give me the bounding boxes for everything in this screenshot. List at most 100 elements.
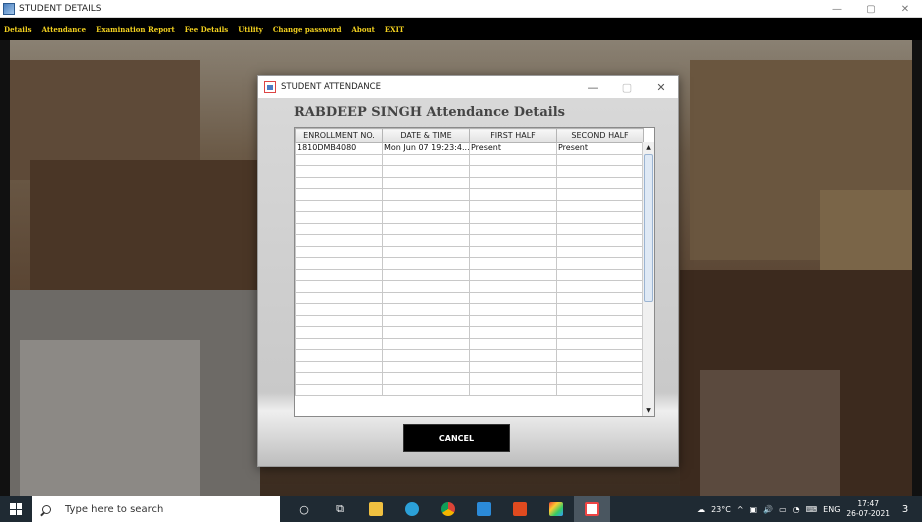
table-cell [469,291,557,304]
dialog-close-button[interactable]: ✕ [644,76,678,98]
keyboard-icon[interactable]: ⌨ [806,505,818,514]
start-button[interactable] [0,496,32,522]
dialog-maximize-button[interactable]: ▢ [610,76,644,98]
table-cell [469,383,557,396]
menu-attendance[interactable]: Attendance [42,25,87,34]
table-cell [382,211,470,224]
dialog-minimize-button[interactable]: — [576,76,610,98]
table-row[interactable] [295,234,644,247]
table-cell [556,303,644,316]
column-header[interactable]: DATE & TIME [382,128,470,143]
taskbar: Type here to search ○ ⧉ ☁ 23°C ^ ▣ 🔊 ▭ ◔… [0,496,922,522]
task-view-icon[interactable]: ⧉ [322,496,358,522]
table-cell [469,176,557,189]
menu-change-password[interactable]: Change password [273,25,342,34]
java-icon[interactable] [574,496,610,522]
table-cell [382,257,470,270]
table-row[interactable] [295,257,644,270]
chevron-up-icon[interactable]: ^ [737,505,744,514]
table-row[interactable] [295,280,644,293]
table-cell [382,222,470,235]
table-cell [382,383,470,396]
table-cell [382,372,470,385]
table-row[interactable] [295,188,644,201]
weather-icon[interactable]: ☁ [697,505,705,514]
menu-examination-report[interactable]: Examination Report [96,25,175,34]
battery-icon[interactable]: ▭ [779,505,787,514]
network-icon[interactable]: ▣ [750,505,758,514]
table-cell [295,188,383,201]
column-header[interactable]: FIRST HALF [469,128,557,143]
table-cell [469,211,557,224]
maximize-button[interactable]: ▢ [854,0,888,18]
table-cell [295,372,383,385]
vscode-icon[interactable] [466,496,502,522]
menu-details[interactable]: Details [4,25,32,34]
clock-date: 26-07-2021 [846,509,890,518]
table-row[interactable] [295,222,644,235]
table-row[interactable] [295,303,644,316]
table-row[interactable] [295,199,644,212]
menu-fee-details[interactable]: Fee Details [185,25,228,34]
table-row[interactable] [295,337,644,350]
attendance-table[interactable]: ENROLLMENT NO. DATE & TIME FIRST HALF SE… [294,127,655,417]
table-row[interactable] [295,165,644,178]
table-row[interactable] [295,314,644,327]
edge-icon[interactable] [394,496,430,522]
cortana-icon[interactable]: ○ [286,496,322,522]
close-button[interactable]: ✕ [888,0,922,18]
table-row[interactable] [295,176,644,189]
table-cell [556,257,644,270]
table-row[interactable] [295,153,644,166]
menu-utility[interactable]: Utility [238,25,263,34]
clock[interactable]: 17:47 26-07-2021 [846,499,890,519]
chrome-icon[interactable] [430,496,466,522]
table-cell [556,153,644,166]
menu-exit[interactable]: EXIT [385,25,404,34]
language-indicator[interactable]: ENG [823,505,840,514]
table-cell [295,211,383,224]
table-cell [469,153,557,166]
scrollbar-thumb[interactable] [644,154,653,302]
table-cell [382,234,470,247]
scroll-down-arrow-icon[interactable]: ▼ [643,405,654,416]
table-cell [295,199,383,212]
table-scrollbar[interactable]: ▲ ▼ [642,142,654,416]
app-cube-icon[interactable] [538,496,574,522]
table-cell [295,257,383,270]
table-cell: Mon Jun 07 19:23:4... [382,142,470,155]
table-cell [469,349,557,362]
app-titlebar: STUDENT DETAILS — ▢ ✕ [0,0,922,18]
table-row[interactable] [295,211,644,224]
table-row[interactable] [295,349,644,362]
table-row[interactable]: 1810DMB4080 Mon Jun 07 19:23:4... Presen… [295,142,644,155]
table-row[interactable] [295,360,644,373]
column-header[interactable]: SECOND HALF [556,128,644,143]
weather-temp[interactable]: 23°C [711,505,731,514]
volume-icon[interactable]: 🔊 [763,505,773,514]
table-row[interactable] [295,245,644,258]
table-cell [295,176,383,189]
table-row[interactable] [295,372,644,385]
table-cell [382,199,470,212]
table-row[interactable] [295,383,644,396]
file-explorer-icon[interactable] [358,496,394,522]
cancel-button[interactable]: CANCEL [403,424,510,452]
wifi-icon[interactable]: ◔ [793,505,800,514]
notification-icon[interactable]: 3 [898,500,918,518]
table-header: ENROLLMENT NO. DATE & TIME FIRST HALF SE… [295,128,644,143]
table-cell [556,245,644,258]
menu-about[interactable]: About [352,25,375,34]
column-header[interactable]: ENROLLMENT NO. [295,128,383,143]
minimize-button[interactable]: — [820,0,854,18]
table-row[interactable] [295,268,644,281]
taskbar-search-box[interactable]: Type here to search [32,496,280,522]
table-row[interactable] [295,291,644,304]
office-icon[interactable] [502,496,538,522]
table-row[interactable] [295,326,644,339]
table-cell [295,291,383,304]
table-cell [556,268,644,281]
table-cell [382,165,470,178]
scroll-up-arrow-icon[interactable]: ▲ [643,142,654,153]
java-icon [264,81,276,93]
